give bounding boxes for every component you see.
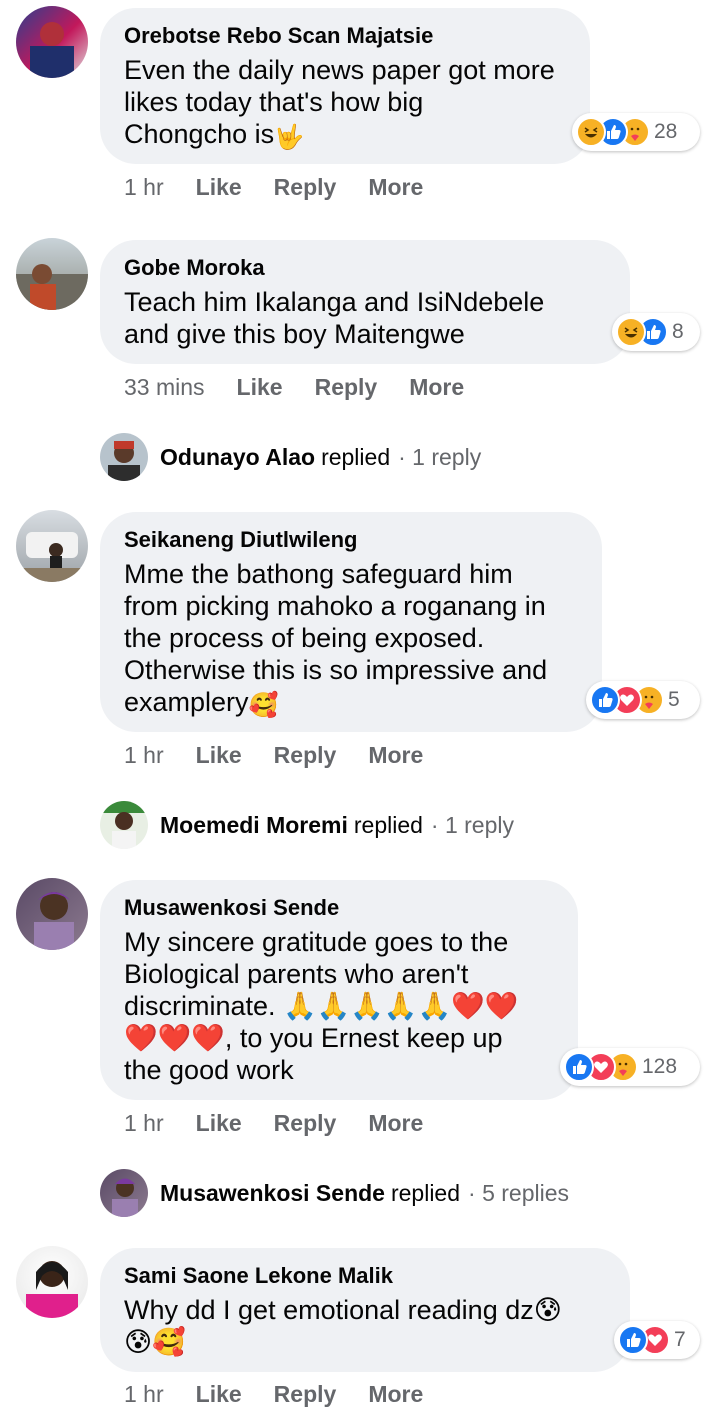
comment-bubble: Musawenkosi Sende My sincere gratitude g… [100,880,578,1100]
like-button[interactable]: Like [196,174,242,201]
comment-actions: 1 hr Like Reply More [124,1110,455,1137]
haha-reaction-icon [576,117,606,147]
comment-text: Even the daily news paper got more likes… [124,54,566,150]
reaction-summary[interactable]: 5 [586,681,700,719]
haha-reaction-icon [616,317,646,347]
reply-button[interactable]: Reply [274,1110,337,1137]
more-button[interactable]: More [409,374,464,401]
comment-bubble: Seikaneng Diutlwileng Mme the bathong sa… [100,512,602,732]
replies-link[interactable]: Musawenkosi Sende replied · 5 replies [100,1169,569,1217]
avatar[interactable] [16,510,88,582]
text-line: Otherwise this is so impressive and [124,655,548,685]
comment-author[interactable]: Orebotse Rebo Scan Majatsie [124,22,566,50]
text-line: Why dd I get emotional reading dz😰 [124,1295,562,1325]
smiling-hearts-emoji: 🥰 [248,692,279,719]
reply-verb: replied [390,1179,461,1206]
replies-link[interactable]: Moemedi Moremi replied · 1 reply [100,801,514,849]
text-line: ❤️❤️❤️, to you Ernest keep up [124,1023,503,1053]
text-line: 😰🥰 [124,1327,186,1357]
reply-verb: replied [353,811,423,838]
like-button[interactable]: Like [237,374,283,401]
text-line: Chongcho is [124,119,275,149]
comment-author[interactable]: Seikaneng Diutlwileng [124,526,578,554]
reply-count: · 5 replies [468,1179,569,1206]
comment-time[interactable]: 1 hr [124,1110,164,1137]
avatar [100,801,148,849]
reaction-summary[interactable]: 128 [560,1048,700,1086]
text-line: Teach him Ikalanga and IsiNdebele [124,287,545,317]
avatar [100,433,148,481]
like-button[interactable]: Like [196,1110,242,1137]
comment-text: Mme the bathong safeguard him from picki… [124,558,578,718]
replies-link[interactable]: Odunayo Alao replied · 1 reply [100,433,481,481]
text-line: My sincere gratitude goes to the [124,927,509,957]
like-reaction-icon [590,685,620,715]
comment-bubble: Gobe Moroka Teach him Ikalanga and IsiNd… [100,240,630,364]
comment-author[interactable]: Sami Saone Lekone Malik [124,1262,606,1290]
reply-author[interactable]: Moemedi Moremi [160,812,348,839]
avatar[interactable] [16,6,88,78]
avatar[interactable] [16,1246,88,1318]
comment-time[interactable]: 1 hr [124,742,164,769]
reaction-count: 5 [668,688,680,711]
reply-button[interactable]: Reply [274,1381,337,1408]
like-button[interactable]: Like [196,1381,242,1408]
rock-hand-emoji: 🤟 [274,124,304,151]
reply-count: · 1 reply [430,811,515,838]
comment-text: Teach him Ikalanga and IsiNdebele and gi… [124,286,606,350]
reply-count: · 1 reply [398,443,482,470]
text-line: and give this boy Maitengwe [124,319,465,349]
text-line: discriminate. 🙏🙏🙏🙏🙏❤️❤️ [124,991,519,1021]
comment-author[interactable]: Musawenkosi Sende [124,894,554,922]
reaction-count: 28 [654,120,678,143]
avatar[interactable] [16,878,88,950]
comment-bubble: Sami Saone Lekone Malik Why dd I get emo… [100,1248,630,1372]
comment-actions: 1 hr Like Reply More [124,1381,455,1408]
like-reaction-icon [564,1052,594,1082]
text-line: Biological parents who aren't [124,959,469,989]
reply-author[interactable]: Odunayo Alao [160,444,315,471]
comment-text: Why dd I get emotional reading dz😰 😰🥰 [124,1294,606,1358]
reply-verb: replied [321,443,391,470]
more-button[interactable]: More [368,1381,423,1408]
reaction-count: 7 [674,1328,686,1351]
reaction-summary[interactable]: 28 [572,113,700,151]
reaction-count: 128 [642,1055,678,1078]
reaction-summary[interactable]: 8 [612,313,700,351]
comment-actions: 1 hr Like Reply More [124,174,455,201]
comment-text: My sincere gratitude goes to the Biologi… [124,926,554,1086]
avatar [100,1169,148,1217]
text-line: likes today that's how big [124,87,424,117]
comment-bubble: Orebotse Rebo Scan Majatsie Even the dai… [100,8,590,164]
more-button[interactable]: More [368,174,423,201]
text-line: Mme the bathong safeguard him [124,559,513,589]
like-reaction-icon [618,1325,648,1355]
comment-time[interactable]: 1 hr [124,174,164,201]
comment-actions: 1 hr Like Reply More [124,742,455,769]
text-line: the good work [124,1055,294,1085]
reply-button[interactable]: Reply [315,374,378,401]
avatar[interactable] [16,238,88,310]
comment-time[interactable]: 33 mins [124,374,205,401]
text-line: the process of being exposed. [124,623,485,653]
text-line: from picking mahoko a roganang in [124,591,546,621]
comment-author[interactable]: Gobe Moroka [124,254,606,282]
text-line: Even the daily news paper got more [124,55,555,85]
reply-button[interactable]: Reply [274,742,337,769]
comment-actions: 33 mins Like Reply More [124,374,496,401]
more-button[interactable]: More [368,1110,423,1137]
text-line: examplery [124,687,249,717]
more-button[interactable]: More [368,742,423,769]
comment-time[interactable]: 1 hr [124,1381,164,1408]
reaction-count: 8 [672,320,684,343]
reply-button[interactable]: Reply [274,174,337,201]
reply-author[interactable]: Musawenkosi Sende [160,1180,385,1207]
like-button[interactable]: Like [196,742,242,769]
reaction-summary[interactable]: 7 [614,1321,700,1359]
